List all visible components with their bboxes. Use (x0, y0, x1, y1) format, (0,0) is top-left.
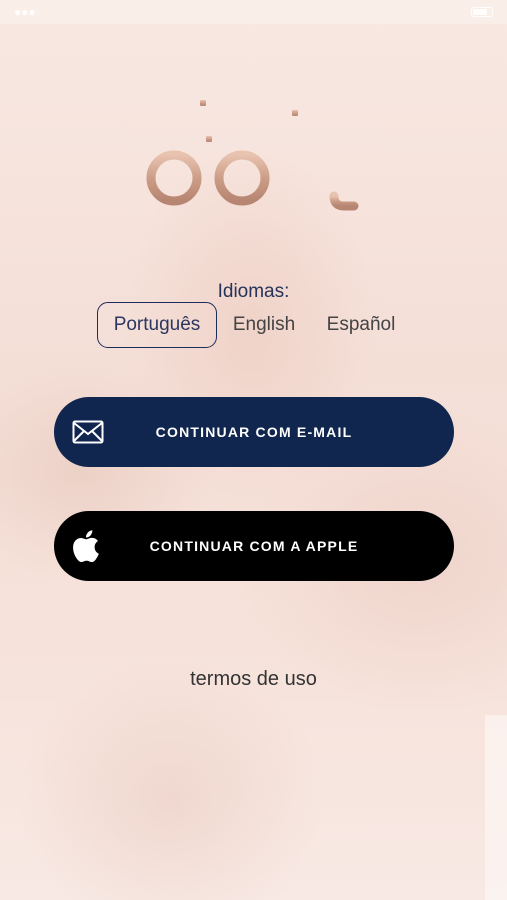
languages-label: Idiomas: (217, 281, 290, 302)
apple-button-label: CONTINUAR COM A APPLE (149, 538, 359, 554)
status-bar: ●●● (0, 0, 507, 24)
continue-with-apple-button[interactable]: CONTINUAR COM A APPLE (54, 511, 454, 581)
battery-icon (471, 7, 493, 17)
language-option-portuguese[interactable]: Português (97, 302, 217, 348)
continue-with-email-button[interactable]: CONTINUAR COM E-MAIL (54, 397, 454, 467)
email-button-label: CONTINUAR COM E-MAIL (155, 424, 353, 440)
language-option-english[interactable]: English (217, 302, 311, 348)
signal-icon: ●●● (14, 5, 36, 19)
terms-of-use-link[interactable]: termos de uso (0, 668, 507, 691)
app-logo (146, 100, 359, 211)
apple-icon (72, 530, 100, 562)
language-option-spanish[interactable]: Español (311, 302, 411, 348)
background-panel (485, 715, 507, 900)
envelope-icon (72, 420, 104, 444)
language-selector: Português English Español (97, 302, 411, 348)
